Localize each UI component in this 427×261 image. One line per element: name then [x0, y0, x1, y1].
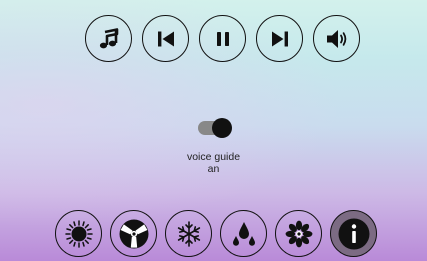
next-track-icon: [271, 31, 288, 46]
voice-guide-toggle[interactable]: [196, 118, 232, 138]
water-drops-icon: [232, 221, 255, 246]
fan-button[interactable]: [110, 210, 157, 257]
media-controls: [85, 15, 360, 62]
humidity-button[interactable]: [220, 210, 267, 257]
cooling-button[interactable]: [165, 210, 212, 257]
fan-icon: [119, 219, 148, 248]
fragrance-button[interactable]: [275, 210, 322, 257]
snowflake-icon: [177, 220, 200, 247]
pause-icon: [216, 31, 229, 46]
climate-controls: [55, 210, 377, 257]
previous-track-icon: [157, 31, 174, 46]
next-track-button[interactable]: [256, 15, 303, 62]
voice-guide-state: an: [207, 163, 220, 175]
device-screen: voice guide an: [0, 0, 427, 261]
flower-icon: [285, 220, 312, 247]
volume-icon: [326, 29, 346, 48]
toggle-knob: [211, 118, 232, 138]
pause-button[interactable]: [199, 15, 246, 62]
info-icon: [338, 218, 369, 249]
sun-icon: [64, 219, 93, 248]
previous-track-button[interactable]: [142, 15, 189, 62]
info-button[interactable]: [330, 210, 377, 257]
voice-guide-label: voice guide: [186, 151, 241, 163]
brightness-button[interactable]: [55, 210, 102, 257]
music-note-icon: [99, 27, 118, 48]
voice-guide-section: voice guide an: [0, 118, 427, 175]
volume-button[interactable]: [313, 15, 360, 62]
music-button[interactable]: [85, 15, 132, 62]
